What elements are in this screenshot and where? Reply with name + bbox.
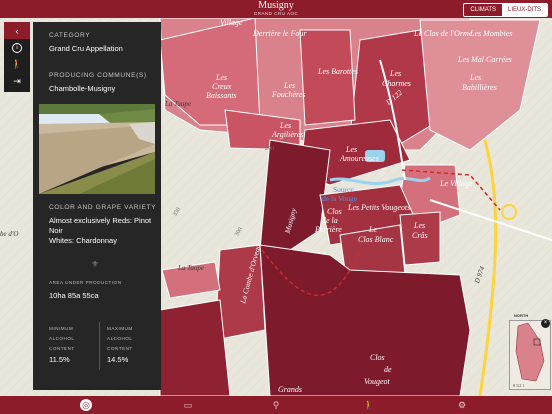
svg-text:Les Mal Carrées: Les Mal Carrées <box>457 55 512 64</box>
svg-text:La Taupe: La Taupe <box>164 100 191 108</box>
walking-person-icon[interactable]: 🚶 <box>363 399 375 411</box>
minimap-close-button[interactable]: × <box>541 319 550 328</box>
exit-button[interactable]: ⇥ <box>4 73 30 90</box>
svg-text:Baissants: Baissants <box>206 91 237 100</box>
svg-text:de la: de la <box>322 216 338 225</box>
svg-text:La Taupe: La Taupe <box>177 264 204 272</box>
max-caption-1: MAXIMUM <box>107 326 133 331</box>
max-alcohol-value: 14.5% <box>107 355 129 364</box>
left-toolbar: ‹ i 🚶 ⇥ <box>4 22 30 92</box>
svg-text:Crâs: Crâs <box>412 231 428 240</box>
map-parcel-south-west <box>159 299 231 396</box>
info-button[interactable]: i <box>4 39 30 56</box>
svg-text:Amoureuses: Amoureuses <box>339 154 379 163</box>
map-tab-icon[interactable]: ◎ <box>80 399 92 411</box>
top-bar: Musigny GRAND CRU AOC CLIMATS LIEUX-DITS <box>0 0 552 18</box>
close-icon: × <box>543 320 548 326</box>
svg-text:Les: Les <box>413 221 425 230</box>
walking-person-icon: 🚶 <box>11 59 23 69</box>
svg-text:290: 290 <box>265 146 274 152</box>
climats-tab[interactable]: CLIMATS <box>464 4 502 16</box>
svg-text:de la Vouge: de la Vouge <box>322 194 358 203</box>
svg-text:Clos: Clos <box>327 207 342 216</box>
map-parcel-premier-baudes <box>299 29 356 126</box>
min-caption-3: CONTENT <box>49 346 75 351</box>
minimap-drawing: 0 1/2 1 <box>513 322 545 388</box>
book-icon[interactable]: ▭ <box>182 399 194 411</box>
svg-text:Les: Les <box>283 81 295 90</box>
svg-text:Source: Source <box>333 185 354 194</box>
climat-info-panel: CATEGORY Grand Cru Appellation PRODUCING… <box>33 22 161 390</box>
svg-text:Les Petits Vougeots: Les Petits Vougeots <box>347 203 410 212</box>
info-icon: i <box>12 42 22 53</box>
svg-text:Babillières: Babillières <box>462 83 497 92</box>
grape-caption: COLOR AND GRAPE VARIETY <box>49 204 157 211</box>
svg-text:Les Mombies: Les Mombies <box>469 29 512 38</box>
grape-line-1: Almost exclusively Reds: Pinot <box>49 216 152 225</box>
settings-gear-icon[interactable]: ⚙ <box>456 399 468 411</box>
svg-text:Le Village: Le Village <box>439 179 473 188</box>
overview-minimap[interactable]: 0 1/2 1 <box>509 320 551 390</box>
view-toggle: CLIMATS LIEUX-DITS <box>463 3 548 17</box>
lieux-dits-tab[interactable]: LIEUX-DITS <box>501 4 547 16</box>
grape-line-2: Noir <box>49 226 63 235</box>
category-caption: CATEGORY <box>49 32 91 39</box>
area-caption: AREA UNDER PRODUCTION <box>49 280 122 285</box>
svg-text:Village: Village <box>220 18 243 27</box>
fleur-de-lis-icon: ⚜ <box>91 259 100 269</box>
chevron-left-icon: ‹ <box>15 25 19 36</box>
search-icon[interactable]: ⚲ <box>270 399 282 411</box>
svg-text:Le Clos de l'Orme: Le Clos de l'Orme <box>413 29 473 38</box>
svg-text:be d'O: be d'O <box>0 230 18 238</box>
bottom-tab-bar: ◎ ▭ ⚲ 🚶 ⚙ <box>0 396 552 414</box>
svg-text:Perrière: Perrière <box>314 225 342 234</box>
min-alcohol-value: 11.5% <box>49 355 70 364</box>
svg-text:Charmes: Charmes <box>382 79 411 88</box>
svg-text:de: de <box>384 365 392 374</box>
svg-text:Grands: Grands <box>278 385 302 394</box>
north-label: NORTH <box>514 313 529 318</box>
exit-icon: ⇥ <box>13 76 21 86</box>
back-button[interactable]: ‹ <box>4 22 30 39</box>
svg-text:Les: Les <box>345 145 357 154</box>
svg-text:Vougeot: Vougeot <box>364 377 391 386</box>
grape-line-3: Whites: Chardonnay <box>49 236 117 245</box>
commune-value: Chambolle-Musigny <box>49 84 116 93</box>
max-caption-2: ALCOHOL <box>107 336 133 341</box>
vineyard-wall-photo <box>39 104 155 194</box>
svg-text:Les: Les <box>215 73 227 82</box>
min-caption-2: ALCOHOL <box>49 336 75 341</box>
min-caption-1: MINIMUM <box>49 326 74 331</box>
svg-text:Derrière le Four: Derrière le Four <box>252 29 307 38</box>
commune-caption: PRODUCING COMMUNE(S) <box>49 72 147 79</box>
svg-text:Les: Les <box>469 73 481 82</box>
svg-text:0 1/2 1: 0 1/2 1 <box>513 383 524 388</box>
svg-text:Les: Les <box>389 69 401 78</box>
svg-text:Fouchères: Fouchères <box>271 90 305 99</box>
svg-text:Clos: Clos <box>370 353 385 362</box>
max-caption-3: CONTENT <box>107 346 133 351</box>
svg-text:Le: Le <box>368 225 377 234</box>
category-value: Grand Cru Appellation <box>49 44 123 53</box>
svg-text:Creux: Creux <box>212 82 232 91</box>
svg-text:Les Barottes: Les Barottes <box>317 67 358 76</box>
svg-text:Les: Les <box>279 121 291 130</box>
svg-text:Argilières: Argilières <box>271 130 303 139</box>
svg-text:Clos Blanc: Clos Blanc <box>358 235 394 244</box>
area-value: 10ha 85a 55ca <box>49 291 99 300</box>
panel-divider <box>99 322 100 370</box>
walk-button[interactable]: 🚶 <box>4 56 30 73</box>
